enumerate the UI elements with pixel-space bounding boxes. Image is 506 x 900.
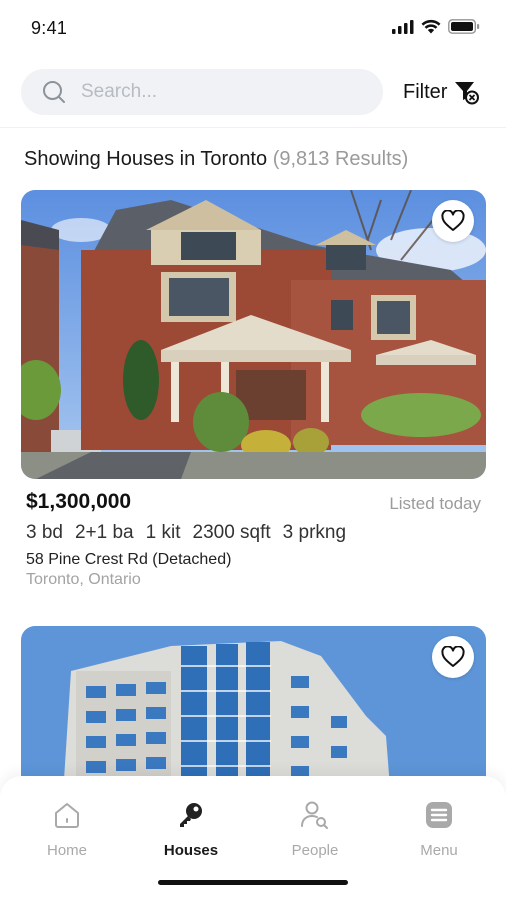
status-time: 9:41 <box>31 18 68 38</box>
person-search-icon <box>301 801 328 829</box>
nav-item-home[interactable]: Home <box>17 798 117 859</box>
favorite-button[interactable] <box>432 636 474 678</box>
nav-label-houses: Houses <box>163 842 219 859</box>
menu-icon <box>426 802 452 828</box>
heart-icon <box>441 210 465 231</box>
search-icon <box>43 81 65 103</box>
filter-icon <box>455 82 480 105</box>
app-screen: 9:41 Fil <box>0 0 506 900</box>
nav-item-menu[interactable]: Menu <box>389 798 489 859</box>
home-indicator[interactable] <box>158 880 348 885</box>
header-divider <box>0 127 506 128</box>
listing-photo[interactable] <box>21 190 486 479</box>
battery-icon <box>448 19 480 34</box>
filter-label: Filter <box>403 80 448 103</box>
nav-item-people[interactable]: People <box>265 798 365 859</box>
nav-label-menu: Menu <box>420 842 458 859</box>
signal-icon <box>392 19 414 34</box>
key-icon <box>180 803 202 827</box>
nav-label-home: Home <box>46 842 87 859</box>
nav-item-houses[interactable]: Houses <box>141 798 241 859</box>
spec-kitchens: 1 kit <box>145 522 181 543</box>
status-icons <box>392 19 480 34</box>
heart-icon <box>441 646 465 667</box>
home-icon <box>55 803 79 828</box>
search-input[interactable] <box>81 69 371 115</box>
listing-price: $1,300,000 <box>26 490 132 513</box>
listing-specs: 3 bd 2+1 ba 1 kit 2300 sqft 3 prkng <box>26 522 346 544</box>
search-bar[interactable] <box>21 69 383 115</box>
nav-label-people: People <box>291 842 339 859</box>
spec-area: 2300 sqft <box>192 522 271 543</box>
results-heading: Showing Houses in Toronto (9,813 Results… <box>24 148 408 171</box>
favorite-button[interactable] <box>432 200 474 242</box>
listing-address[interactable]: 58 Pine Crest Rd (Detached) <box>26 551 231 569</box>
status-bar: 9:41 <box>0 0 506 56</box>
results-title: Showing Houses in Toronto <box>24 148 268 170</box>
listing-date: Listed today <box>389 494 481 513</box>
filter-button[interactable]: Filter <box>403 76 480 108</box>
listing-city: Toronto, Ontario <box>26 571 141 588</box>
wifi-icon <box>421 19 441 34</box>
spec-parking: 3 prkng <box>282 522 347 543</box>
spec-baths: 2+1 ba <box>74 522 134 543</box>
results-count: (9,813 Results) <box>272 148 409 170</box>
house-photo <box>21 190 486 479</box>
spec-beds: 3 bd <box>26 522 63 543</box>
